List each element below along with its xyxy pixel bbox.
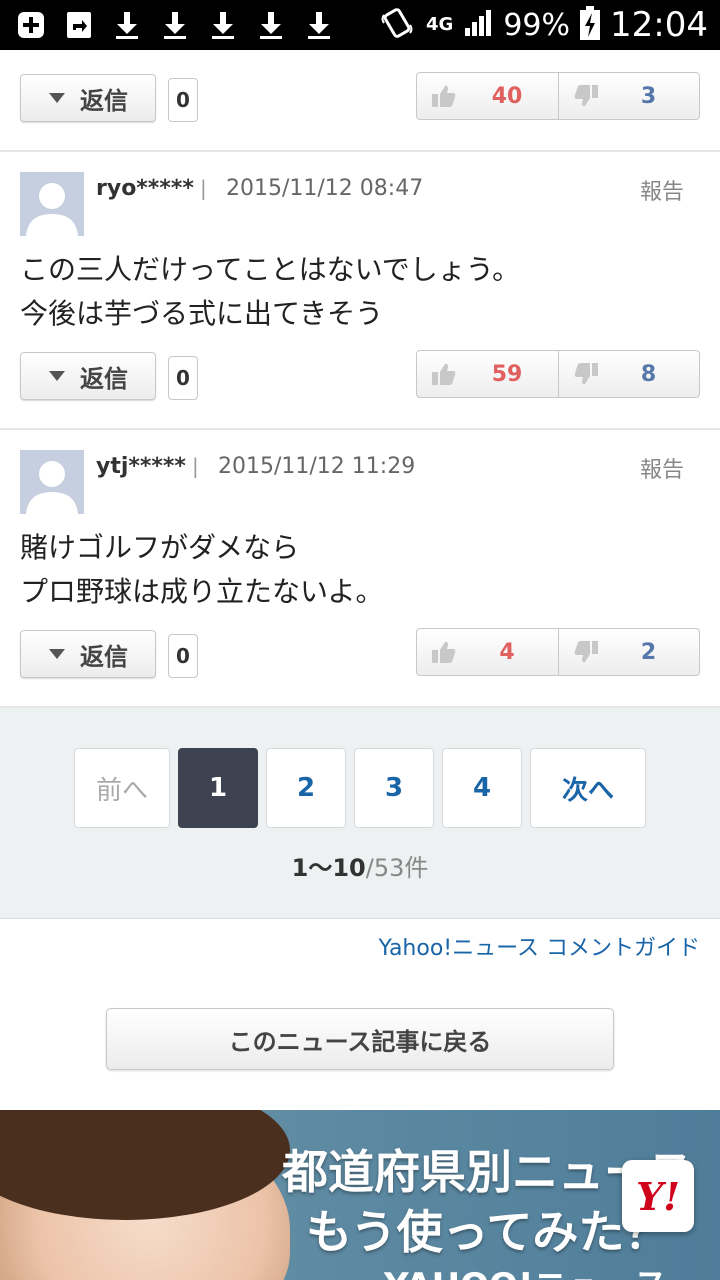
separator: | <box>192 454 199 478</box>
clock: 12:04 <box>610 5 708 45</box>
default-user-icon <box>26 461 78 514</box>
default-user-icon <box>26 183 78 236</box>
vote-box: 4 2 <box>416 628 700 676</box>
page-button-1[interactable]: 1 <box>178 748 258 828</box>
pagination: 前へ 1 2 3 4 次へ 1〜10/53件 <box>0 708 720 919</box>
download-icon <box>110 8 144 42</box>
thumbs-down-icon <box>574 641 598 663</box>
add-notification-icon <box>14 8 48 42</box>
good-button[interactable]: 4 <box>417 629 558 675</box>
back-to-article-button[interactable]: このニュース記事に戻る <box>106 1008 614 1070</box>
reply-count: 0 <box>168 356 198 400</box>
share-notification-icon <box>62 8 96 42</box>
comment-author[interactable]: ytj***** <box>96 454 186 479</box>
comment-item: 返信 0 40 3 <box>0 50 720 152</box>
bad-count: 2 <box>640 639 657 665</box>
good-count: 59 <box>491 361 523 387</box>
reply-label: 返信 <box>80 86 128 115</box>
comment-text: この三人だけってことはないでしょう。 今後は芋づる式に出てきそう <box>20 248 520 336</box>
bad-button[interactable]: 3 <box>557 73 700 119</box>
download-icon <box>158 8 192 42</box>
banner-brand: YAHOO!ニュース <box>384 1258 668 1280</box>
comment-line: 今後は芋づる式に出てきそう <box>20 297 384 330</box>
battery-percent: 99% <box>503 7 571 43</box>
comment-line: この三人だけってことはないでしょう。 <box>20 253 521 286</box>
avatar <box>20 450 84 514</box>
vibrate-icon <box>380 5 416 45</box>
result-range: 1〜10 <box>291 854 366 882</box>
thumbs-up-icon <box>432 641 456 663</box>
page-button-2[interactable]: 2 <box>266 748 346 828</box>
thumbs-down-icon <box>574 363 598 385</box>
result-count: 1〜10/53件 <box>0 848 720 883</box>
banner-subheadline: もう使ってみた？ <box>306 1205 671 1259</box>
bad-count: 8 <box>640 361 657 387</box>
reply-label: 返信 <box>80 642 128 671</box>
avatar <box>20 172 84 236</box>
reply-button[interactable]: 返信 <box>20 352 156 400</box>
comment-line: 賭けゴルフがダメなら <box>20 531 300 564</box>
separator: | <box>200 176 207 200</box>
status-bar: 4G 99% 12:04 <box>0 0 720 50</box>
comment-author[interactable]: ryo***** <box>96 176 194 201</box>
page-button-4[interactable]: 4 <box>442 748 522 828</box>
bad-button[interactable]: 2 <box>557 629 700 675</box>
signal-icon <box>463 8 493 42</box>
good-count: 40 <box>491 83 523 109</box>
comment-date: 2015/11/12 11:29 <box>218 454 416 479</box>
comment-guide-link[interactable]: Yahoo!ニュース コメントガイド <box>379 930 700 962</box>
next-page-button[interactable]: 次へ <box>530 748 646 828</box>
comment-item: ryo***** | 2015/11/12 08:47 報告 この三人だけってこ… <box>0 152 720 430</box>
download-icon <box>254 8 288 42</box>
reply-button[interactable]: 返信 <box>20 630 156 678</box>
caret-down-icon <box>49 93 65 103</box>
comment-line: プロ野球は成り立たないよ。 <box>20 575 384 608</box>
page-button-3[interactable]: 3 <box>354 748 434 828</box>
system-icons: 4G 99% 12:04 <box>380 0 708 50</box>
thumbs-up-icon <box>432 85 456 107</box>
report-link[interactable]: 報告 <box>640 452 684 484</box>
reply-label: 返信 <box>80 364 128 393</box>
reply-button[interactable]: 返信 <box>20 74 156 122</box>
bad-button[interactable]: 8 <box>557 351 700 397</box>
comment-date: 2015/11/12 08:47 <box>226 176 424 201</box>
download-icon <box>206 8 240 42</box>
good-button[interactable]: 40 <box>417 73 558 119</box>
download-icon <box>302 8 336 42</box>
report-link[interactable]: 報告 <box>640 174 684 206</box>
reply-count: 0 <box>168 634 198 678</box>
battery-charging-icon <box>580 6 601 44</box>
ad-banner[interactable]: 都道府県別ニュース もう使ってみた？ YAHOO!ニュース Y! <box>0 1110 720 1280</box>
comment-item: ytj***** | 2015/11/12 11:29 報告 賭けゴルフがダメな… <box>0 430 720 708</box>
result-total: /53件 <box>365 854 429 882</box>
caret-down-icon <box>49 371 65 381</box>
prev-page-button[interactable]: 前へ <box>74 748 170 828</box>
caret-down-icon <box>49 649 65 659</box>
bad-count: 3 <box>640 83 657 109</box>
good-count: 4 <box>499 639 515 665</box>
network-type-icon: 4G <box>426 14 454 35</box>
comment-text: 賭けゴルフがダメなら プロ野球は成り立たないよ。 <box>20 526 383 614</box>
vote-box: 59 8 <box>416 350 700 398</box>
vote-box: 40 3 <box>416 72 700 120</box>
good-button[interactable]: 59 <box>417 351 558 397</box>
reply-count: 0 <box>168 78 198 122</box>
thumbs-down-icon <box>574 85 598 107</box>
yahoo-logo-icon: Y! <box>622 1160 694 1232</box>
thumbs-up-icon <box>432 363 456 385</box>
notification-icons <box>14 8 336 42</box>
